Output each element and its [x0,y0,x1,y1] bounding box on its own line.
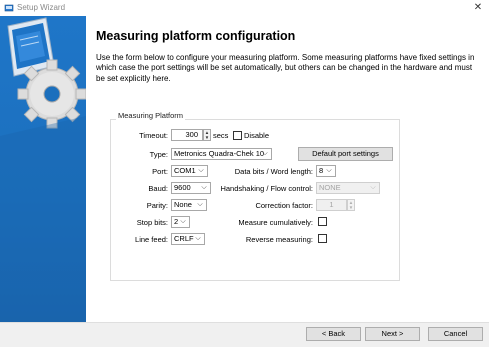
timeout-input[interactable]: 300 [171,129,203,141]
handshaking-value: NONE [319,183,341,192]
baud-value: 9600 [174,183,191,192]
wizard-footer: < Back Next > Cancel [0,322,489,347]
group-label: Measuring Platform [116,111,186,120]
reverse-measuring-checkbox[interactable] [318,234,327,243]
gear-computer-graphic [0,17,86,322]
timeout-unit: secs [213,131,229,140]
type-label: Type: [149,150,168,159]
wizard-sidebar [0,16,86,322]
line-feed-value: CRLF [174,234,194,243]
title-bar: Setup Wizard ✕ [0,0,489,16]
setup-wizard-icon [4,4,14,12]
baud-label: Baud: [148,184,168,193]
next-button[interactable]: Next > [365,327,420,341]
parity-label: Parity: [146,201,168,210]
measure-cumulatively-label: Measure cumulatively: [238,218,313,227]
stop-bits-label: Stop bits: [136,218,168,227]
window-title: Setup Wizard [17,3,66,12]
measure-cumulatively-checkbox[interactable] [318,217,327,226]
chevron-down-icon: ⌵ [370,184,376,191]
port-value: COM1 [174,166,196,175]
port-label: Port: [152,167,168,176]
correction-factor-input[interactable]: 1 [316,199,347,211]
handshaking-select[interactable]: NONE ⌵ [316,182,380,194]
data-bits-select[interactable]: 8 ⌵ [316,165,336,177]
page-title: Measuring platform configuration [96,29,296,43]
baud-select[interactable]: 9600 ⌵ [171,182,211,194]
cancel-button[interactable]: Cancel [428,327,483,341]
stop-bits-value: 2 [174,217,179,226]
chevron-down-icon: ⌵ [180,218,186,225]
wizard-content: Measuring platform configuration Use the… [86,16,489,322]
intro-text: Use the form below to configure your mea… [96,53,475,83]
default-port-settings-button[interactable]: Default port settings [298,147,393,161]
data-bits-label: Data bits / Word length: [234,167,313,176]
handshaking-label: Handshaking / Flow control: [220,184,313,193]
correction-factor-spinner[interactable]: ▲ ▼ [347,199,355,211]
spin-down-icon[interactable]: ▼ [204,135,210,140]
parity-select[interactable]: None ⌵ [171,199,207,211]
type-select[interactable]: Metronics Quadra-Chek 10 ⌵ [171,148,272,160]
data-bits-value: 8 [319,166,324,175]
chevron-down-icon: ⌵ [197,201,203,208]
chevron-down-icon: ⌵ [262,150,268,157]
type-value: Metronics Quadra-Chek 10 [174,149,265,158]
line-feed-select[interactable]: CRLF ⌵ [171,233,205,245]
port-select[interactable]: COM1 ⌵ [171,165,208,177]
chevron-down-icon: ⌵ [198,167,204,174]
stop-bits-select[interactable]: 2 ⌵ [171,216,190,228]
chevron-down-icon: ⌵ [195,235,201,242]
disable-label: Disable [244,131,270,140]
disable-checkbox[interactable] [233,131,242,140]
timeout-label: Timeout: [139,131,168,140]
reverse-measuring-label: Reverse measuring: [245,235,313,244]
back-button[interactable]: < Back [306,327,361,341]
parity-value: None [174,200,192,209]
measuring-platform-group [110,119,400,281]
spin-down-icon[interactable]: ▼ [348,205,354,210]
timeout-spinner[interactable]: ▲ ▼ [203,129,211,141]
correction-factor-label: Correction factor: [255,201,313,210]
line-feed-label: Line feed: [135,235,168,244]
chevron-down-icon: ⌵ [326,167,332,174]
close-icon[interactable]: ✕ [471,1,485,14]
